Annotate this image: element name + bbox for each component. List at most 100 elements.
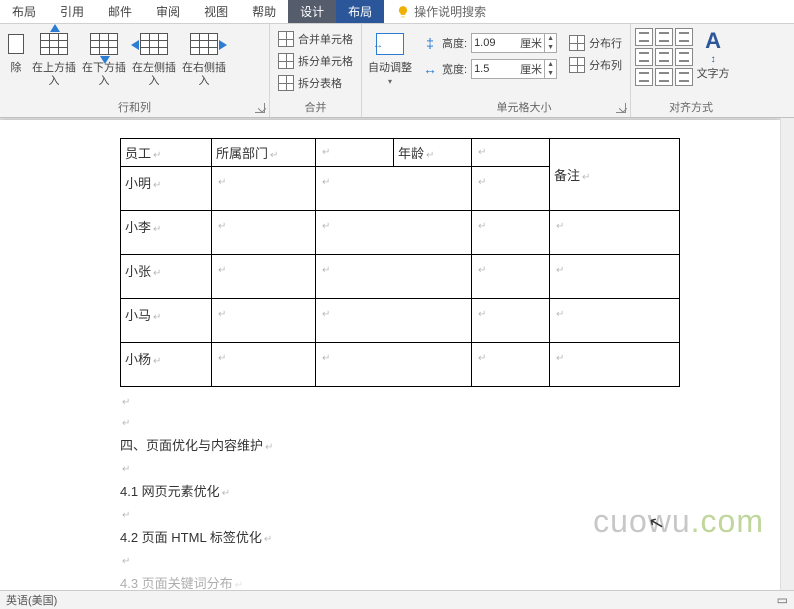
paragraph-42[interactable]: 4.2 页面 HTML 标签优化: [120, 527, 680, 546]
insert-left-label: 在左侧插入: [130, 62, 178, 88]
split-cells-button[interactable]: 拆分单元格: [274, 50, 357, 72]
width-down[interactable]: ▼: [545, 69, 556, 78]
width-up[interactable]: ▲: [545, 60, 556, 69]
ribbon: 除 在上方插入 在下方插入 在左侧插入 在右侧插入 行和列: [0, 24, 794, 118]
paragraph[interactable]: [120, 460, 680, 475]
table-cell[interactable]: [211, 167, 315, 211]
align-mid-right[interactable]: [675, 48, 693, 66]
heading-4[interactable]: 四、页面优化与内容维护: [120, 435, 680, 454]
alignment-grid: [635, 26, 693, 86]
table-cell[interactable]: [549, 255, 679, 299]
table-cell[interactable]: 小张: [121, 255, 212, 299]
tab-layout-partial[interactable]: 布局: [0, 0, 48, 23]
paragraph[interactable]: [120, 506, 680, 521]
table-cell[interactable]: [471, 255, 549, 299]
arrow-left-icon: [131, 40, 139, 50]
text-direction-icon: A: [705, 28, 721, 54]
table-cell[interactable]: [211, 343, 315, 387]
split-table-button[interactable]: 拆分表格: [274, 72, 357, 94]
group-cell-size: ‡ 高度: 厘米 ▲▼ ↔ 宽度: 厘米 ▲▼: [418, 24, 631, 117]
paragraph[interactable]: [120, 393, 680, 408]
height-up[interactable]: ▲: [545, 34, 556, 43]
table-cell[interactable]: [211, 211, 315, 255]
table-header[interactable]: 员工: [121, 139, 212, 167]
merge-cells-button[interactable]: 合并单元格: [274, 28, 357, 50]
rows-cols-dialog-launcher[interactable]: [255, 103, 265, 113]
document-page[interactable]: 员工 所属部门 年龄 备注 小明 小李 小张 小马 小杨 四、页面优化与内容维护…: [0, 120, 780, 590]
insert-below-button[interactable]: 在下方插入: [80, 26, 128, 88]
table-cell[interactable]: [471, 167, 549, 211]
paragraph[interactable]: [120, 552, 680, 567]
tab-table-design[interactable]: 设计: [288, 0, 336, 23]
autofit-button[interactable]: ↔ 自动调整 ▾: [366, 26, 414, 86]
table-header[interactable]: 备注: [549, 139, 679, 211]
table-cell[interactable]: 小马: [121, 299, 212, 343]
distribute-rows-label: 分布行: [589, 35, 622, 51]
status-views-icon[interactable]: ▭: [777, 593, 788, 607]
width-icon: ↔: [422, 61, 438, 77]
tell-me-search[interactable]: 操作说明搜索: [384, 3, 486, 20]
table-cell[interactable]: [549, 211, 679, 255]
table-cell[interactable]: 小明: [121, 167, 212, 211]
align-mid-center[interactable]: [655, 48, 673, 66]
height-spinner[interactable]: 厘米 ▲▼: [471, 33, 557, 53]
table-cell[interactable]: [549, 343, 679, 387]
distribute-cols-button[interactable]: 分布列: [565, 54, 626, 76]
vertical-scrollbar[interactable]: [780, 118, 794, 590]
insert-left-button[interactable]: 在左侧插入: [130, 26, 178, 88]
table-header[interactable]: [471, 139, 549, 167]
cell-size-dialog-launcher[interactable]: [616, 103, 626, 113]
tab-mail[interactable]: 邮件: [96, 0, 144, 23]
width-label: 宽度:: [442, 61, 467, 77]
tab-table-layout[interactable]: 布局: [336, 0, 384, 23]
tab-help[interactable]: 帮助: [240, 0, 288, 23]
width-input[interactable]: [472, 63, 520, 75]
group-rows-cols-label: 行和列: [4, 97, 265, 117]
width-spinner[interactable]: 厘米 ▲▼: [471, 59, 557, 79]
table-cell[interactable]: [315, 255, 471, 299]
height-input[interactable]: [472, 37, 520, 49]
height-down[interactable]: ▼: [545, 43, 556, 52]
align-mid-left[interactable]: [635, 48, 653, 66]
table-cell[interactable]: [471, 343, 549, 387]
paragraph[interactable]: [120, 414, 680, 429]
table-cell[interactable]: 小杨: [121, 343, 212, 387]
insert-above-label: 在上方插入: [30, 62, 78, 88]
split-cells-icon: [278, 53, 294, 69]
paragraph-41[interactable]: 4.1 网页元素优化: [120, 481, 680, 500]
text-direction-button[interactable]: A ↕ 文字方: [695, 26, 731, 81]
merge-cells-icon: [278, 31, 294, 47]
tab-view[interactable]: 视图: [192, 0, 240, 23]
table-header[interactable]: 所属部门: [211, 139, 315, 167]
insert-above-button[interactable]: 在上方插入: [30, 26, 78, 88]
table-cell[interactable]: [315, 211, 471, 255]
table-header[interactable]: 年龄: [393, 139, 471, 167]
status-language[interactable]: 英语(美国): [6, 592, 57, 608]
insert-right-button[interactable]: 在右侧插入: [180, 26, 228, 88]
tell-me-label: 操作说明搜索: [414, 3, 486, 20]
table-cell[interactable]: [471, 211, 549, 255]
tab-references[interactable]: 引用: [48, 0, 96, 23]
table-cell[interactable]: [315, 299, 471, 343]
table-cell[interactable]: [315, 343, 471, 387]
split-table-label: 拆分表格: [298, 75, 342, 91]
table-cell[interactable]: [315, 167, 471, 211]
table-header[interactable]: [315, 139, 393, 167]
align-top-left[interactable]: [635, 28, 653, 46]
tab-review[interactable]: 审阅: [144, 0, 192, 23]
align-top-right[interactable]: [675, 28, 693, 46]
align-bot-left[interactable]: [635, 68, 653, 86]
table-cell[interactable]: [211, 255, 315, 299]
align-bot-center[interactable]: [655, 68, 673, 86]
table-cell[interactable]: [211, 299, 315, 343]
table-cell[interactable]: [471, 299, 549, 343]
paragraph-43[interactable]: 4.3 页面关键词分布: [120, 573, 680, 590]
table-cell[interactable]: 小李: [121, 211, 212, 255]
align-bot-right[interactable]: [675, 68, 693, 86]
distribute-rows-button[interactable]: 分布行: [565, 32, 626, 54]
employee-table[interactable]: 员工 所属部门 年龄 备注 小明 小李 小张 小马 小杨: [120, 138, 680, 387]
align-top-center[interactable]: [655, 28, 673, 46]
delete-button[interactable]: 除: [4, 26, 28, 75]
height-label: 高度:: [442, 35, 467, 51]
table-cell[interactable]: [549, 299, 679, 343]
